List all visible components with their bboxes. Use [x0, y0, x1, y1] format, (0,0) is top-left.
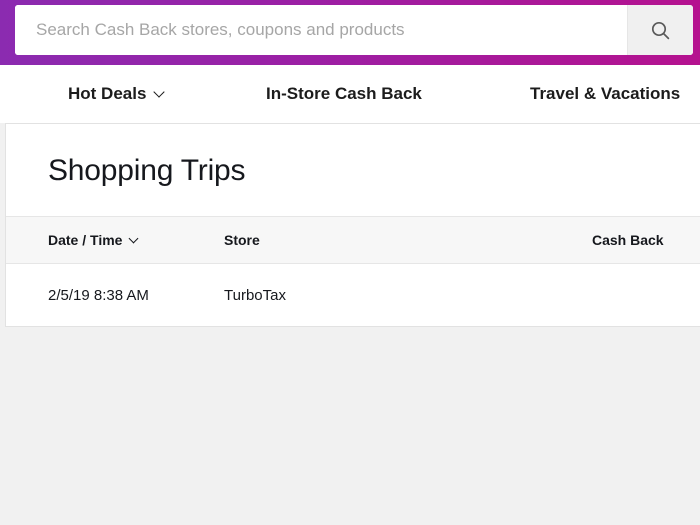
- nav-item-label: In-Store Cash Back: [266, 84, 422, 103]
- search-input[interactable]: [15, 5, 627, 55]
- search-icon: [650, 20, 671, 41]
- page-body: Shopping Trips Date / Time Store Cash Ba…: [0, 123, 700, 525]
- card-header: Shopping Trips: [6, 124, 700, 216]
- cell-cash-back: [592, 264, 700, 327]
- table-body: 2/5/19 8:38 AM TurboTax: [6, 264, 700, 327]
- nav-item-in-store-cash-back[interactable]: In-Store Cash Back: [266, 84, 422, 104]
- main-navigation: Hot Deals In-Store Cash Back Travel & Va…: [0, 65, 700, 123]
- search-submit-button[interactable]: [627, 5, 693, 55]
- chevron-down-icon: [155, 87, 166, 98]
- cell-date-time: 2/5/19 8:38 AM: [48, 286, 149, 304]
- sort-control-date-time[interactable]: Date / Time: [48, 232, 139, 248]
- column-header-date-time[interactable]: Date / Time: [6, 217, 224, 264]
- shopping-trips-card: Shopping Trips Date / Time Store Cash Ba…: [5, 123, 700, 327]
- column-header-cash-back: Cash Back: [592, 217, 700, 264]
- site-header: [0, 0, 700, 65]
- column-header-label: Cash Back: [592, 232, 664, 248]
- chevron-down-icon: [130, 235, 139, 244]
- column-header-label: Store: [224, 232, 260, 248]
- nav-item-hot-deals[interactable]: Hot Deals: [68, 84, 166, 104]
- table-header: Date / Time Store Cash Back: [6, 216, 700, 264]
- nav-item-travel-vacations[interactable]: Travel & Vacations: [530, 84, 680, 104]
- column-header-store: Store: [224, 217, 592, 264]
- nav-item-label: Hot Deals: [68, 84, 147, 103]
- table-row[interactable]: 2/5/19 8:38 AM TurboTax: [6, 264, 700, 327]
- column-header-label: Date / Time: [48, 232, 123, 248]
- cell-store: TurboTax: [224, 286, 286, 304]
- search-bar: [15, 5, 693, 55]
- shopping-trips-table: Date / Time Store Cash Back 2/5/19 8:38 …: [6, 216, 700, 326]
- nav-item-label: Travel & Vacations: [530, 84, 681, 103]
- table-header-row: Date / Time Store Cash Back: [6, 216, 700, 264]
- page-title: Shopping Trips: [48, 154, 246, 187]
